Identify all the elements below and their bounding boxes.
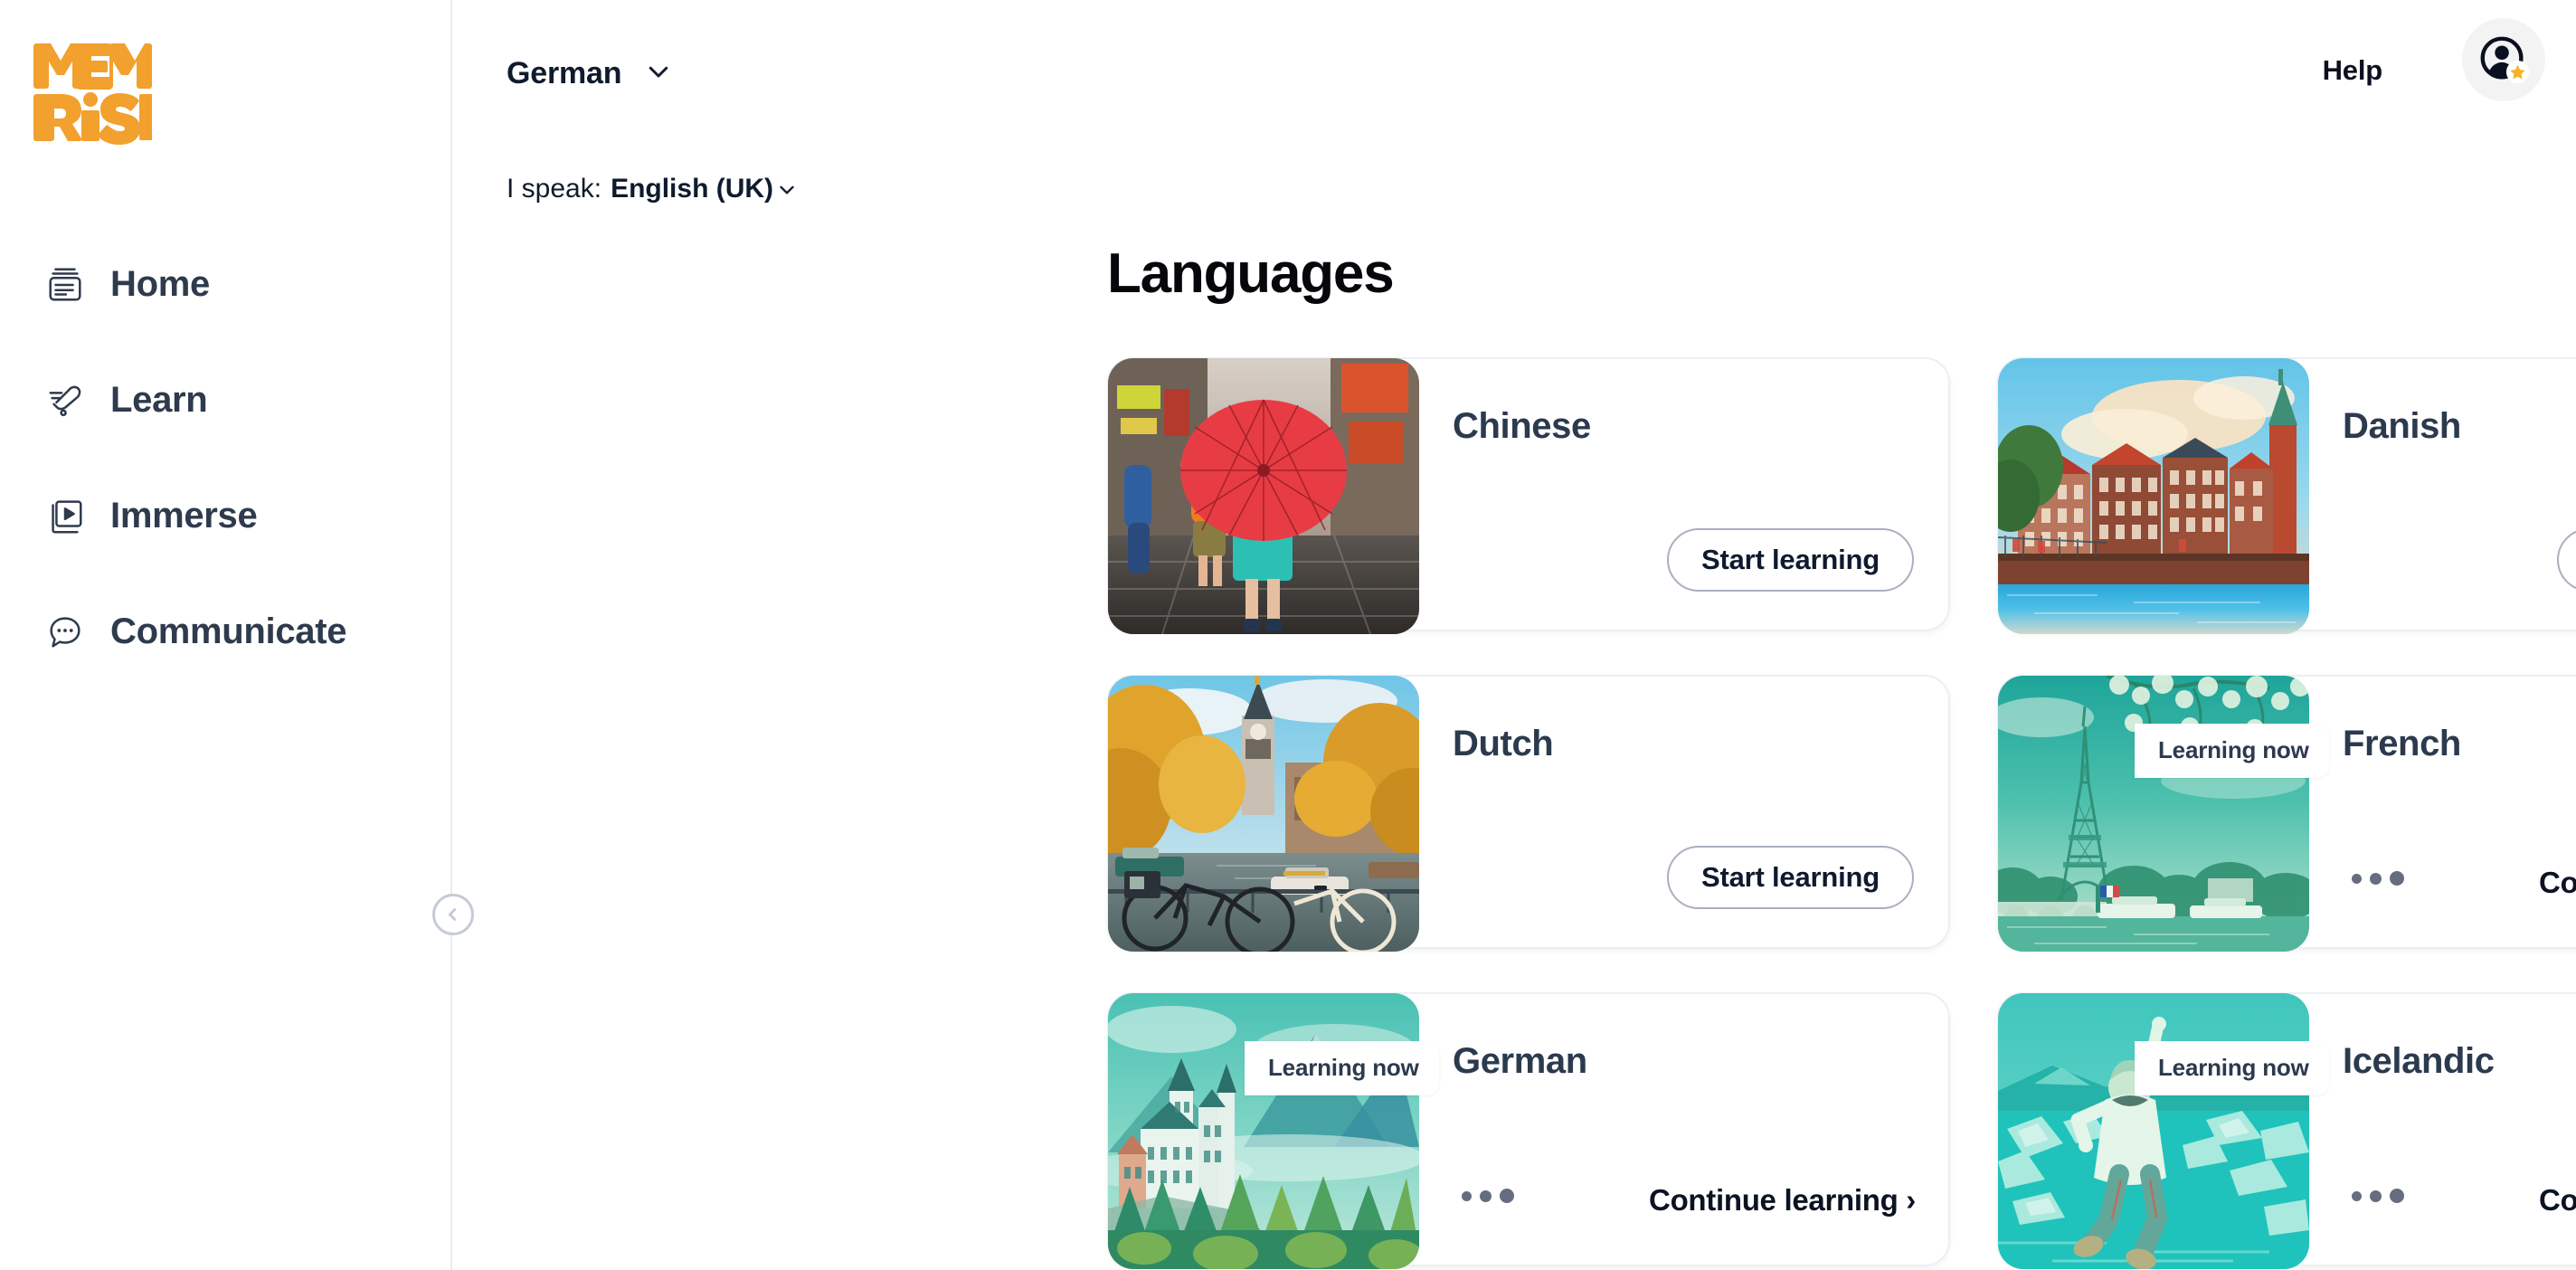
speech-bubble-icon	[42, 608, 89, 655]
avatar[interactable]	[2462, 18, 2545, 101]
user-avatar-icon	[2480, 36, 2530, 84]
sidebar-item-learn[interactable]: Learn	[0, 371, 450, 429]
memrise-logo-icon	[33, 43, 173, 145]
start-learning-button[interactable]: Start learning	[1666, 528, 1914, 592]
sidebar-item-label: Communicate	[110, 611, 347, 651]
card-title: Danish	[2343, 406, 2461, 446]
learning-now-badge: Learning now	[2135, 1041, 2329, 1095]
home-cards-icon	[42, 261, 89, 308]
language-card-german[interactable]: Learning now German Continue learning ›	[1107, 992, 1950, 1269]
language-cards-grid: Chinese Start learning Danish Dutch Star…	[1107, 357, 2576, 1269]
sidebar-item-communicate[interactable]: Communicate	[0, 602, 450, 660]
pointing-hand-icon	[42, 376, 89, 423]
three-dots-icon[interactable]	[1458, 1180, 1518, 1212]
three-dots-icon[interactable]	[2348, 862, 2408, 895]
speak-language-selector[interactable]: I speak: English (UK)	[507, 174, 799, 204]
language-card-french[interactable]: Learning now French Continue learning ›	[1997, 675, 2576, 952]
start-learning-button[interactable]: Start learning	[2556, 528, 2576, 592]
chevron-down-icon	[645, 58, 672, 90]
main-content: German Help I speak: English (UK) Langua…	[452, 0, 2576, 1270]
speak-language-value: English (UK)	[611, 174, 774, 204]
chevron-down-icon	[775, 177, 799, 205]
sidebar-item-home[interactable]: Home	[0, 255, 450, 313]
sidebar-item-label: Home	[110, 264, 210, 304]
speak-label: I speak:	[507, 174, 602, 204]
continue-learning-link[interactable]: Continue learning ›	[1649, 1183, 1916, 1218]
card-title: Dutch	[1453, 724, 1554, 763]
card-image-chinese	[1108, 358, 1419, 634]
sidebar-collapse-button[interactable]	[432, 894, 474, 935]
sidebar-item-label: Learn	[110, 380, 208, 420]
video-play-icon	[42, 492, 89, 539]
continue-learning-link[interactable]: Continue learning ›	[2539, 866, 2576, 900]
sidebar: Home Learn Immerse Communicate	[0, 0, 474, 1270]
chevron-left-icon	[448, 908, 457, 921]
memrise-app-window: Home Learn Immerse Communicate German He…	[0, 0, 2576, 1270]
card-title: Icelandic	[2343, 1041, 2495, 1081]
card-image-danish	[1998, 358, 2309, 634]
three-dots-icon[interactable]	[2348, 1180, 2408, 1212]
language-switcher-dropdown[interactable]: German	[507, 56, 672, 91]
card-title: French	[2343, 724, 2461, 763]
sidebar-nav: Home Learn Immerse Communicate	[0, 255, 450, 718]
current-language-label: German	[507, 56, 622, 90]
language-card-chinese[interactable]: Chinese Start learning	[1107, 357, 1950, 634]
sidebar-item-label: Immerse	[110, 496, 258, 535]
card-image-icelandic	[1998, 993, 2309, 1269]
continue-learning-link[interactable]: Continue learning ›	[2539, 1183, 2576, 1218]
card-image-french	[1998, 676, 2309, 952]
page-title: Languages	[1107, 242, 1395, 305]
sidebar-item-immerse[interactable]: Immerse	[0, 487, 450, 545]
language-card-danish[interactable]: Danish Start learning	[1997, 357, 2576, 634]
learning-now-badge: Learning now	[2135, 724, 2329, 778]
language-card-dutch[interactable]: Dutch Start learning	[1107, 675, 1950, 952]
card-title: German	[1453, 1041, 1587, 1081]
card-image-german	[1108, 993, 1419, 1269]
card-title: Chinese	[1453, 406, 1591, 446]
card-image-dutch	[1108, 676, 1419, 952]
memrise-logo[interactable]	[33, 38, 173, 147]
help-link[interactable]: Help	[2323, 54, 2383, 87]
start-learning-button[interactable]: Start learning	[1666, 846, 1914, 909]
learning-now-badge: Learning now	[1245, 1041, 1439, 1095]
language-card-icelandic[interactable]: Learning now Icelandic Continue learning…	[1997, 992, 2576, 1269]
